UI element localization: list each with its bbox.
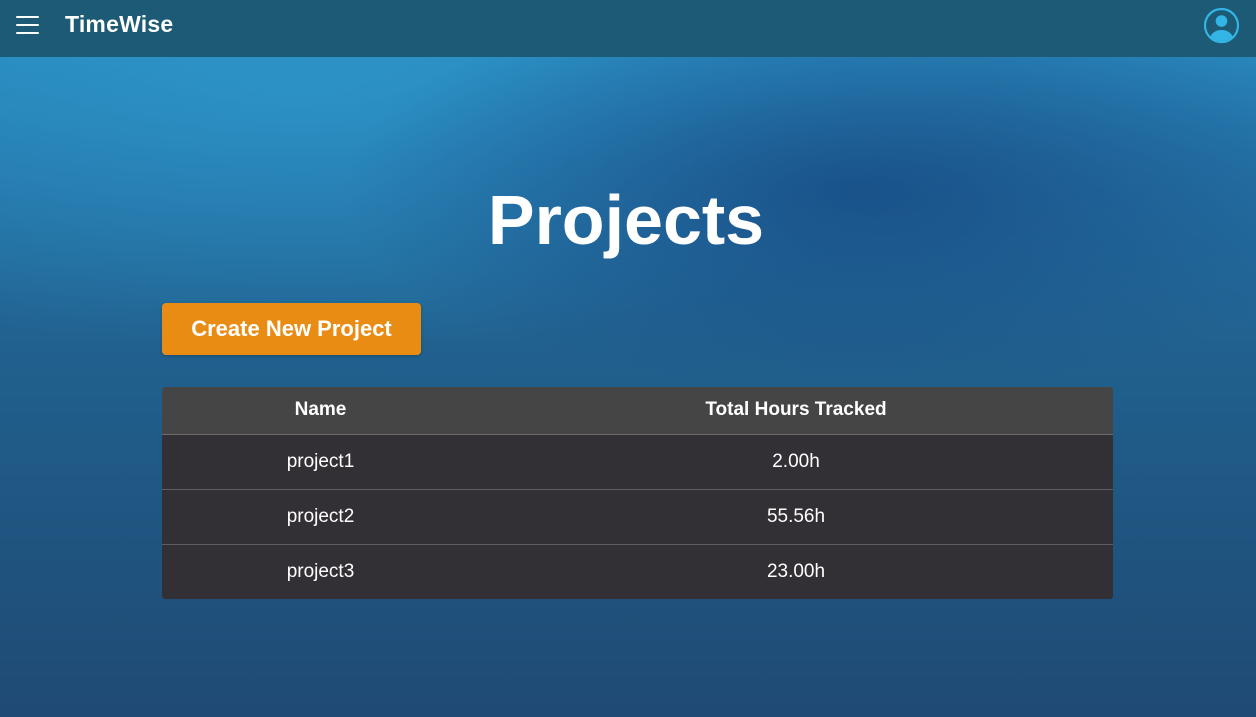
project-name-cell: project3: [286, 560, 355, 582]
project-hours-cell: 2.00h: [479, 434, 1113, 490]
user-circle-icon[interactable]: [1203, 7, 1240, 44]
project-hours-cell: 55.56h: [479, 489, 1113, 545]
app-title: TimeWise: [65, 11, 174, 37]
projects-table: Name Total Hours Tracked project1 2.00h …: [162, 387, 1113, 599]
project-hours-cell: 23.00h: [766, 560, 826, 582]
table-row[interactable]: project3 23.00h: [162, 544, 1113, 599]
column-header-name[interactable]: Name: [162, 387, 479, 435]
table-row[interactable]: project1 2.00h: [162, 434, 1113, 490]
table-header-row: Name Total Hours Tracked: [162, 387, 1113, 435]
page-title: Projects: [487, 181, 765, 259]
hamburger-menu-icon[interactable]: [16, 14, 40, 36]
top-navigation-bar: TimeWise: [0, 0, 1256, 57]
table-row[interactable]: project2 55.56h: [162, 489, 1113, 545]
project-name-cell: project2: [162, 489, 479, 545]
column-header-total-hours[interactable]: Total Hours Tracked: [479, 387, 1113, 435]
create-new-project-button[interactable]: Create New Project: [162, 303, 421, 355]
project-name-cell: project1: [162, 434, 479, 490]
